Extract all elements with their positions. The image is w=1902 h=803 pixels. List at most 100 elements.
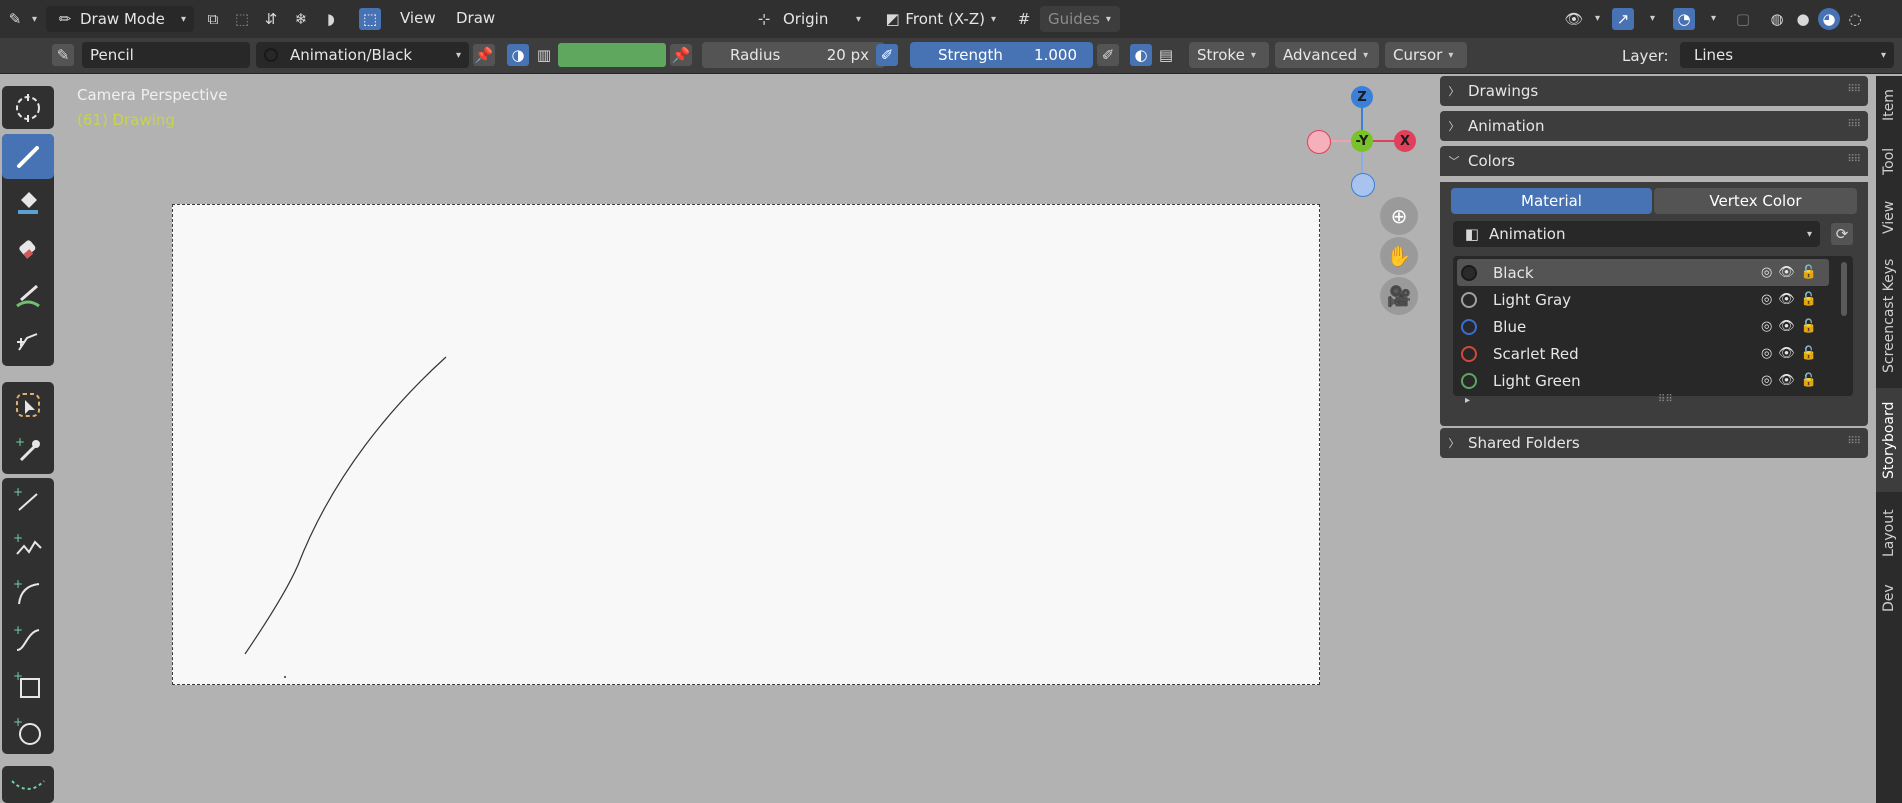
line-tool[interactable]: +: [2, 478, 54, 523]
grip-icon[interactable]: ⠿⠿: [1847, 154, 1861, 165]
cursor-dropdown[interactable]: Cursor ▾: [1385, 42, 1467, 68]
pan-button[interactable]: ✋: [1380, 237, 1418, 275]
list-resize-grip-icon[interactable]: ⠿⠿: [1658, 394, 1673, 405]
material-mode-icon[interactable]: ◑: [507, 44, 529, 66]
xray-icon[interactable]: ▢: [1732, 8, 1754, 30]
draw-tool[interactable]: [2, 134, 54, 179]
tab-screencast-keys[interactable]: Screencast Keys: [1876, 246, 1902, 386]
tab-vertex-color[interactable]: Vertex Color: [1654, 188, 1857, 214]
chevron-down-icon[interactable]: ▾: [1650, 13, 1655, 24]
stroke-settings-icon[interactable]: ▤: [1155, 44, 1177, 66]
stabilizer-icon[interactable]: ◐: [1130, 44, 1152, 66]
tab-layout[interactable]: Layout: [1876, 494, 1902, 572]
lock-icon[interactable]: 🔓: [1801, 319, 1817, 334]
grip-icon[interactable]: ⠿⠿: [1847, 84, 1861, 95]
editor-type-button[interactable]: ✎ ▾: [4, 7, 38, 31]
palette-dropdown[interactable]: ◧ Animation ▾: [1453, 221, 1820, 247]
cursor-tool[interactable]: [2, 86, 54, 129]
brush-icon[interactable]: ✎: [52, 44, 74, 66]
pressure-icon[interactable]: ✐: [1097, 44, 1119, 66]
material-dropdown[interactable]: Animation/Black ▾: [256, 42, 469, 68]
chevron-down-icon[interactable]: ▾: [1711, 13, 1716, 24]
multiframe-icon[interactable]: ⧉: [202, 8, 224, 30]
list-item[interactable]: Black ◎ 👁 🔓: [1457, 259, 1829, 286]
layer-dropdown[interactable]: Lines ▾: [1680, 42, 1894, 68]
eyedropper-tool[interactable]: +: [2, 428, 54, 473]
onion-icon[interactable]: ◎: [1761, 292, 1772, 307]
tab-view[interactable]: View: [1876, 188, 1902, 246]
color-swatch[interactable]: [558, 43, 666, 67]
box-tool[interactable]: +: [2, 662, 54, 707]
refresh-icon[interactable]: ⟳: [1831, 223, 1853, 245]
onion-icon[interactable]: ◎: [1761, 373, 1772, 388]
colors-panel-header[interactable]: ﹀ Colors ⠿⠿: [1440, 146, 1868, 176]
stroke-dropdown[interactable]: Stroke ▾: [1189, 42, 1269, 68]
onion-icon[interactable]: ◎: [1761, 265, 1772, 280]
chevron-down-icon[interactable]: ▾: [1595, 13, 1600, 24]
onion-skin-icon[interactable]: ◗: [320, 8, 342, 30]
snowflake-icon[interactable]: ❄: [290, 8, 312, 30]
drawings-panel-header[interactable]: 〉 Drawings ⠿⠿: [1440, 76, 1868, 106]
view-menu[interactable]: View: [400, 9, 436, 27]
list-item[interactable]: Blue ◎ 👁 🔓: [1457, 313, 1829, 340]
lock-icon[interactable]: 🔓: [1801, 265, 1817, 280]
shared-folders-panel-header[interactable]: 〉 Shared Folders ⠿⠿: [1440, 428, 1868, 458]
origin-dropdown[interactable]: ⊹ Origin ▾: [745, 6, 869, 32]
onion-icon[interactable]: ◎: [1761, 346, 1772, 361]
curve-tool[interactable]: +: [2, 616, 54, 661]
mode-dropdown[interactable]: ✏ Draw Mode ▾: [46, 6, 194, 32]
pin-icon[interactable]: 📌: [473, 44, 495, 66]
tab-storyboard[interactable]: Storyboard: [1876, 388, 1902, 492]
list-item[interactable]: Light Gray ◎ 👁 🔓: [1457, 286, 1829, 313]
zoom-button[interactable]: ⊕: [1380, 197, 1418, 235]
camera-view-button[interactable]: 🎥: [1380, 277, 1418, 315]
eye-icon[interactable]: 👁: [1778, 292, 1795, 307]
circle-tool[interactable]: +: [2, 708, 54, 753]
animation-panel-header[interactable]: 〉 Animation ⠿⠿: [1440, 111, 1868, 141]
view-axis-dropdown[interactable]: ◩ Front (X-Z) ▾: [876, 6, 1004, 32]
onion-icon[interactable]: ◎: [1761, 319, 1772, 334]
strength-field[interactable]: Strength 1.000: [910, 42, 1093, 68]
lock-icon[interactable]: 🔓: [1801, 373, 1817, 388]
lock-icon[interactable]: 🔓: [1801, 346, 1817, 361]
eye-icon[interactable]: 👁: [1778, 265, 1795, 280]
lock-icon[interactable]: 🔓: [1801, 292, 1817, 307]
grip-icon[interactable]: ⠿⠿: [1847, 119, 1861, 130]
curve-edit-icon[interactable]: ⬚: [231, 8, 253, 30]
grip-icon[interactable]: ⠿⠿: [1847, 436, 1861, 447]
tab-item[interactable]: Item: [1876, 76, 1902, 134]
tab-tool[interactable]: Tool: [1876, 134, 1902, 188]
pressure-icon[interactable]: ✐: [876, 44, 898, 66]
overlays-icon[interactable]: ◔: [1673, 8, 1695, 30]
tab-material[interactable]: Material: [1451, 188, 1652, 214]
gizmo-z-axis[interactable]: Z: [1351, 86, 1373, 108]
grid-icon[interactable]: #: [1013, 8, 1035, 30]
camera-frame[interactable]: [172, 204, 1320, 685]
cutter-tool[interactable]: [2, 318, 54, 363]
visibility-icon[interactable]: 👁: [1563, 8, 1585, 30]
polyline-tool[interactable]: +: [2, 524, 54, 569]
material-shading-icon[interactable]: ◕: [1818, 8, 1840, 30]
box-select-tool[interactable]: [2, 382, 54, 427]
guides-dropdown[interactable]: Guides ▾: [1040, 6, 1120, 32]
auto-merge-icon[interactable]: ⇵: [260, 8, 282, 30]
gizmo-icon[interactable]: ↗: [1612, 8, 1634, 30]
interpolate-tool[interactable]: [2, 766, 54, 803]
eye-icon[interactable]: 👁: [1778, 346, 1795, 361]
brush-name-field[interactable]: Pencil: [82, 42, 250, 68]
fill-tool[interactable]: [2, 180, 54, 225]
gizmo-neg-x-axis[interactable]: [1307, 130, 1331, 154]
navigation-gizmo[interactable]: Z -Y X: [1307, 84, 1430, 197]
expand-list-icon[interactable]: ▸: [1465, 395, 1470, 406]
arc-tool[interactable]: +: [2, 570, 54, 615]
list-item[interactable]: Light Green ◎ 👁 🔓: [1457, 367, 1829, 394]
wireframe-shading-icon[interactable]: ◍: [1766, 8, 1788, 30]
radius-field[interactable]: Radius 20 px: [702, 42, 885, 68]
solid-shading-icon[interactable]: ●: [1792, 8, 1814, 30]
list-item[interactable]: Scarlet Red ◎ 👁 🔓: [1457, 340, 1829, 367]
gizmo-x-axis[interactable]: X: [1394, 130, 1416, 152]
list-scrollbar[interactable]: [1841, 262, 1847, 316]
vertex-color-icon[interactable]: ▥: [533, 44, 555, 66]
erase-tool[interactable]: [2, 226, 54, 271]
eye-icon[interactable]: 👁: [1778, 319, 1795, 334]
